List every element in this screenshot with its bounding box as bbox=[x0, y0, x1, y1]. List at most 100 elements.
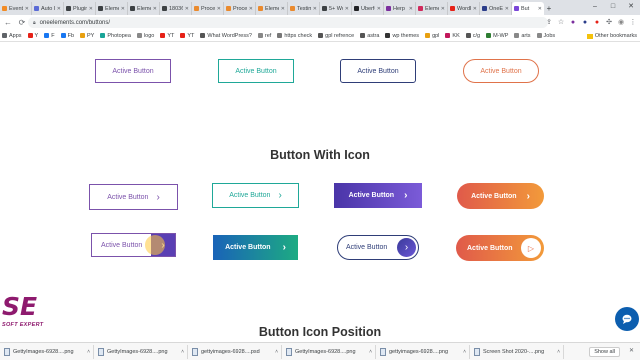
new-tab-button[interactable]: + bbox=[544, 2, 554, 15]
bookmark-item[interactable]: Photopea bbox=[100, 33, 131, 39]
bookmark-item[interactable]: Y bbox=[27, 33, 38, 39]
bookmark-item[interactable]: What WordPress? bbox=[200, 33, 252, 39]
tab-title: Plugins bbox=[73, 5, 87, 12]
browser-tab[interactable]: Uberfo✕ bbox=[352, 2, 384, 15]
outline-button-orange[interactable]: Active Button bbox=[463, 59, 539, 83]
other-bookmarks[interactable]: Other bookmarks bbox=[586, 33, 637, 39]
download-item[interactable]: gettyimages-6928....png ˄ bbox=[380, 344, 470, 359]
tab-close-icon[interactable]: ✕ bbox=[57, 6, 61, 12]
icon-button-purple-outline[interactable]: Active Button › bbox=[89, 184, 178, 210]
chevron-up-icon[interactable]: ˄ bbox=[87, 349, 90, 355]
bookmark-item[interactable]: Apps bbox=[2, 33, 22, 39]
profile-avatar[interactable]: ◉ bbox=[616, 17, 626, 27]
icon-button-navy-pill[interactable]: Active Button › bbox=[337, 235, 419, 260]
tab-close-icon[interactable]: ✕ bbox=[441, 6, 445, 12]
chat-launcher[interactable] bbox=[615, 307, 639, 331]
tab-close-icon[interactable]: ✕ bbox=[25, 6, 29, 12]
browser-tab[interactable]: Plugins✕ bbox=[64, 2, 96, 15]
reload-icon[interactable]: ⟳ bbox=[16, 17, 28, 29]
bookmark-item[interactable]: c/g bbox=[465, 33, 480, 39]
bookmark-item[interactable]: arts bbox=[514, 33, 531, 39]
browser-tab[interactable]: OneEle✕ bbox=[480, 2, 512, 15]
share-icon[interactable]: ⇪ bbox=[544, 17, 554, 27]
browser-tab[interactable]: WordP✕ bbox=[448, 2, 480, 15]
outline-button-navy[interactable]: Active Button bbox=[340, 59, 416, 83]
bookmark-item[interactable]: logo bbox=[136, 33, 154, 39]
download-item[interactable]: Screen Shot 2020-....png ˄ bbox=[474, 344, 564, 359]
show-all-button[interactable]: Show all bbox=[589, 347, 620, 357]
chevron-up-icon[interactable]: ˄ bbox=[275, 349, 278, 355]
browser-tab[interactable]: Testim✕ bbox=[288, 2, 320, 15]
chevron-up-icon[interactable]: ˄ bbox=[181, 349, 184, 355]
menu-icon[interactable]: ⋮ bbox=[628, 17, 638, 27]
outline-button-purple[interactable]: Active Button bbox=[95, 59, 171, 83]
icon-button-orange-gradient[interactable]: Active Button › bbox=[457, 183, 544, 209]
bookmark-item[interactable]: M-WP bbox=[486, 33, 508, 39]
download-item[interactable]: gettyimages-6928....psd ˄ bbox=[192, 344, 282, 359]
tab-close-icon[interactable]: ✕ bbox=[345, 6, 349, 12]
icon-button-hover-split[interactable]: Active Button › bbox=[91, 233, 176, 257]
browser-tab[interactable]: Auto I ✕ bbox=[32, 2, 64, 15]
tab-close-icon[interactable]: ✕ bbox=[89, 6, 93, 12]
download-item[interactable]: GettyImages-6928....png ˄ bbox=[98, 344, 188, 359]
minimize-icon[interactable]: – bbox=[586, 0, 604, 12]
browser-tab[interactable]: But ✕ bbox=[512, 2, 544, 15]
bookmark-item[interactable]: F bbox=[44, 33, 55, 39]
tab-close-icon[interactable]: ✕ bbox=[153, 6, 157, 12]
extension-icon-2[interactable]: ● bbox=[580, 17, 590, 27]
bookmark-item[interactable]: Jobs bbox=[536, 33, 555, 39]
browser-tab[interactable]: 18036 ✕ bbox=[160, 2, 192, 15]
tab-close-icon[interactable]: ✕ bbox=[409, 6, 413, 12]
extensions-puzzle-icon[interactable]: ✣ bbox=[604, 17, 614, 27]
chevron-up-icon[interactable]: ˄ bbox=[463, 349, 466, 355]
url-text: oneelements.com/buttons/ bbox=[39, 19, 111, 26]
close-window-icon[interactable]: ✕ bbox=[622, 0, 640, 12]
browser-tab[interactable]: Elemen✕ bbox=[128, 2, 160, 15]
bookmark-item[interactable]: astra bbox=[360, 33, 379, 39]
browser-tab[interactable]: Elemen✕ bbox=[96, 2, 128, 15]
close-downloads-icon[interactable]: ✕ bbox=[629, 347, 634, 354]
browser-tab[interactable]: 5+ Wo✕ bbox=[320, 2, 352, 15]
outline-button-teal[interactable]: Active Button bbox=[218, 59, 294, 83]
chevron-up-icon[interactable]: ˄ bbox=[369, 349, 372, 355]
chevron-up-icon[interactable]: ˄ bbox=[557, 349, 560, 355]
browser-tab[interactable]: Event ✕ bbox=[0, 2, 32, 15]
maximize-icon[interactable]: □ bbox=[604, 0, 622, 12]
browser-tab[interactable]: Proces✕ bbox=[192, 2, 224, 15]
tab-close-icon[interactable]: ✕ bbox=[505, 6, 509, 12]
bookmark-item[interactable]: ref bbox=[257, 33, 271, 39]
back-icon[interactable]: ← bbox=[2, 17, 14, 29]
icon-button-orange-pill[interactable]: Active Button ▷ bbox=[456, 235, 544, 261]
bookmark-item[interactable]: gpl bbox=[425, 33, 439, 39]
tab-close-icon[interactable]: ✕ bbox=[473, 6, 477, 12]
download-item[interactable]: GettyImages-6928....png ˄ bbox=[4, 344, 94, 359]
bookmark-item[interactable]: KK bbox=[445, 33, 460, 39]
tab-close-icon[interactable]: ✕ bbox=[281, 6, 285, 12]
bookmark-item[interactable]: YT bbox=[160, 33, 174, 39]
bookmark-item[interactable]: gpl refrence bbox=[318, 33, 354, 39]
download-item[interactable]: GettyImages-6928....png ˄ bbox=[286, 344, 376, 359]
browser-tab[interactable]: Herp I ✕ bbox=[384, 2, 416, 15]
icon-button-teal-outline[interactable]: Active Button › bbox=[212, 183, 299, 208]
icon-button-purple-gradient[interactable]: Active Button › bbox=[334, 183, 422, 208]
bookmark-item[interactable]: https check bbox=[277, 33, 312, 39]
tab-close-icon[interactable]: ✕ bbox=[185, 6, 189, 12]
browser-tab[interactable]: Elemen✕ bbox=[256, 2, 288, 15]
tab-close-icon[interactable]: ✕ bbox=[377, 6, 381, 12]
star-icon[interactable]: ☆ bbox=[556, 17, 566, 27]
tab-close-icon[interactable]: ✕ bbox=[121, 6, 125, 12]
tab-close-icon[interactable]: ✕ bbox=[313, 6, 317, 12]
bookmark-item[interactable]: PY bbox=[80, 33, 94, 39]
address-bar[interactable]: 🔒︎ oneelements.com/buttons/ bbox=[28, 17, 548, 28]
browser-tab[interactable]: Elemen✕ bbox=[416, 2, 448, 15]
tab-close-icon[interactable]: ✕ bbox=[249, 6, 253, 12]
bookmark-item[interactable]: wp themes bbox=[385, 33, 419, 39]
extension-icon-3[interactable]: ● bbox=[592, 17, 602, 27]
bookmark-item[interactable]: Fb bbox=[60, 33, 74, 39]
browser-tab[interactable]: Proces✕ bbox=[224, 2, 256, 15]
extension-icon-1[interactable]: ● bbox=[568, 17, 578, 27]
bookmark-item[interactable]: YT bbox=[180, 33, 194, 39]
tab-close-icon[interactable]: ✕ bbox=[538, 6, 542, 12]
tab-close-icon[interactable]: ✕ bbox=[217, 6, 221, 12]
icon-button-blue-green[interactable]: Active Button › bbox=[213, 235, 298, 260]
